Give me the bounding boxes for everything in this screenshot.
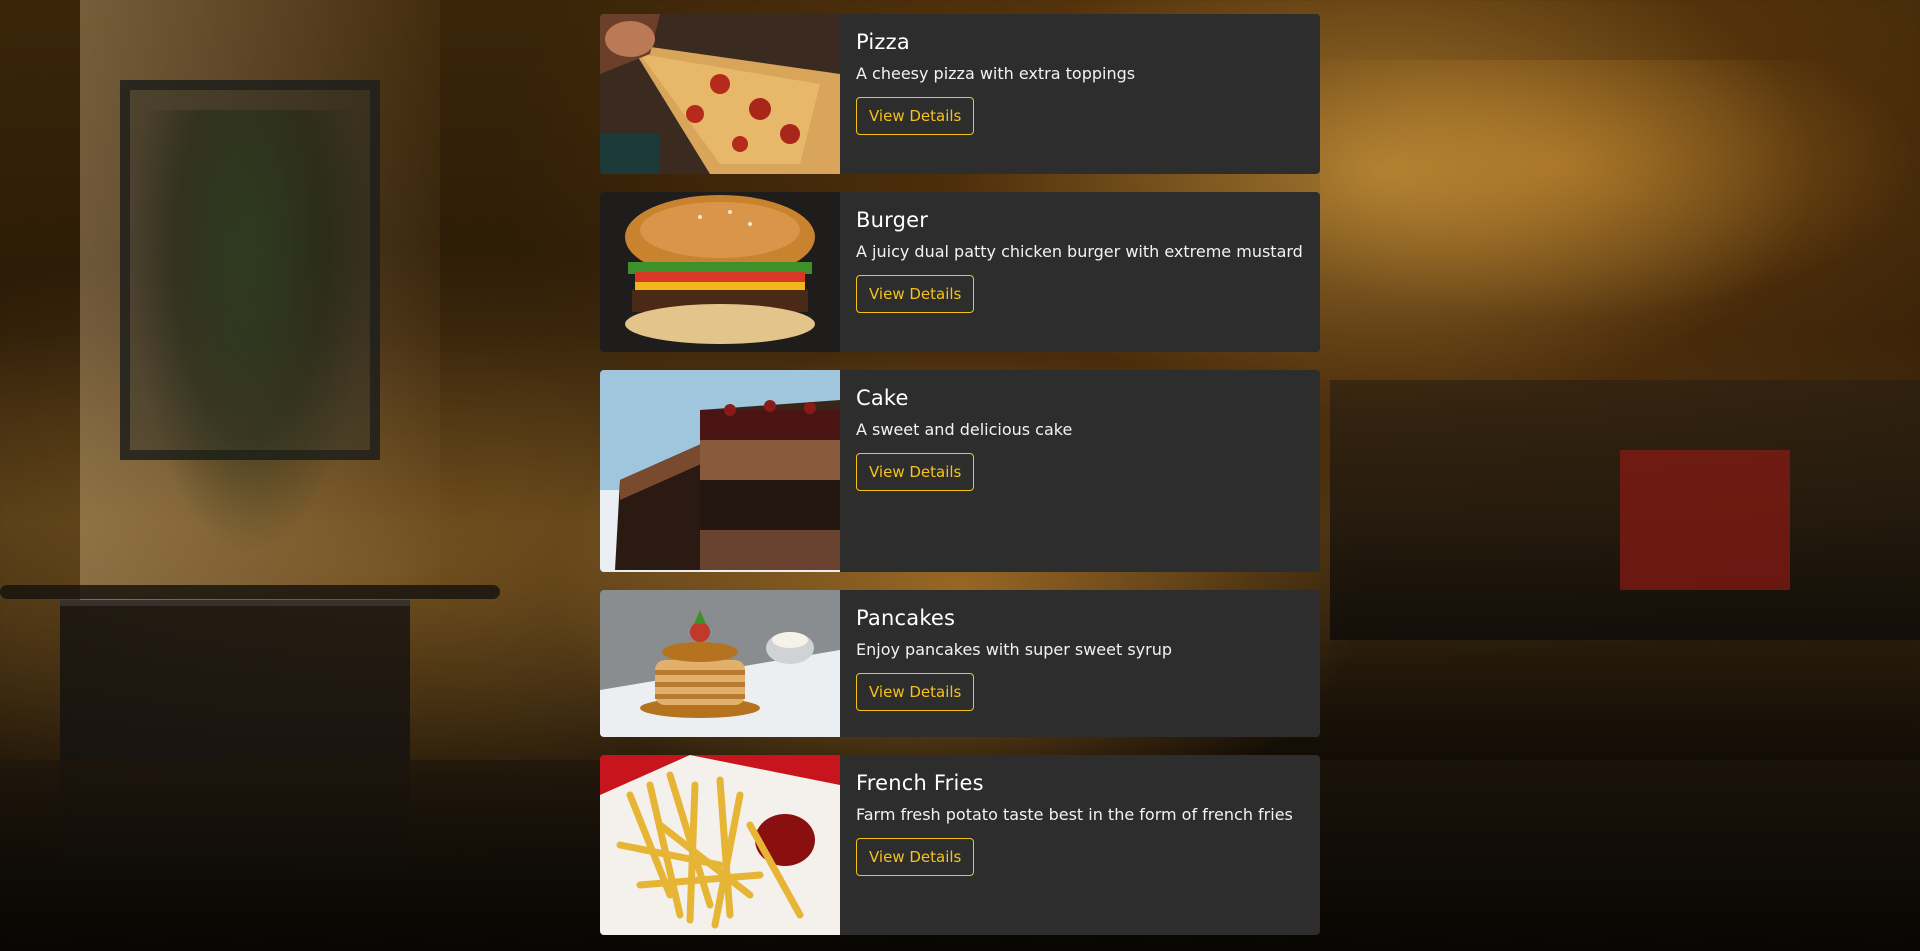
burger-image (600, 192, 840, 352)
view-details-button-pancakes[interactable]: View Details (856, 673, 975, 711)
background-rail (0, 585, 500, 599)
menu-item-description: A juicy dual patty chicken burger with e… (856, 242, 1303, 261)
view-details-button-french-fries[interactable]: View Details (856, 838, 975, 876)
french-fries-image (600, 755, 840, 935)
menu-card-cake: Cake A sweet and delicious cake View Det… (600, 370, 1320, 572)
menu-item-title: French Fries (856, 771, 984, 795)
view-details-button-pizza[interactable]: View Details (856, 97, 975, 135)
menu-item-title: Pizza (856, 30, 910, 54)
menu-item-description: A sweet and delicious cake (856, 420, 1073, 439)
menu-item-title: Pancakes (856, 606, 956, 630)
background-wall (80, 0, 440, 600)
menu-item-description: Farm fresh potato taste best in the form… (856, 805, 1293, 824)
background-chalkboard (60, 600, 410, 866)
menu-card-pizza: Pizza A cheesy pizza with extra toppings… (600, 14, 1320, 174)
background-popcorn-machine (1620, 450, 1790, 590)
menu-item-title: Cake (856, 386, 909, 410)
cake-image (600, 370, 840, 572)
view-details-button-burger[interactable]: View Details (856, 275, 975, 313)
background-bar-counter (1330, 380, 1920, 640)
background-window (120, 80, 380, 460)
menu-item-title: Burger (856, 208, 929, 232)
background-plant (120, 110, 380, 580)
menu-card-pancakes: Pancakes Enjoy pancakes with super sweet… (600, 590, 1320, 737)
menu-item-description: Enjoy pancakes with super sweet syrup (856, 640, 1173, 659)
menu-card-burger: Burger A juicy dual patty chicken burger… (600, 192, 1320, 352)
menu-list: Pizza A cheesy pizza with extra toppings… (600, 14, 1320, 951)
menu-card-french-fries: French Fries Farm fresh potato taste bes… (600, 755, 1320, 935)
view-details-button-cake[interactable]: View Details (856, 453, 975, 491)
pancakes-image (600, 590, 840, 737)
background-ceiling-light (1320, 60, 1920, 320)
pizza-image (600, 14, 840, 174)
menu-item-description: A cheesy pizza with extra toppings (856, 64, 1136, 83)
